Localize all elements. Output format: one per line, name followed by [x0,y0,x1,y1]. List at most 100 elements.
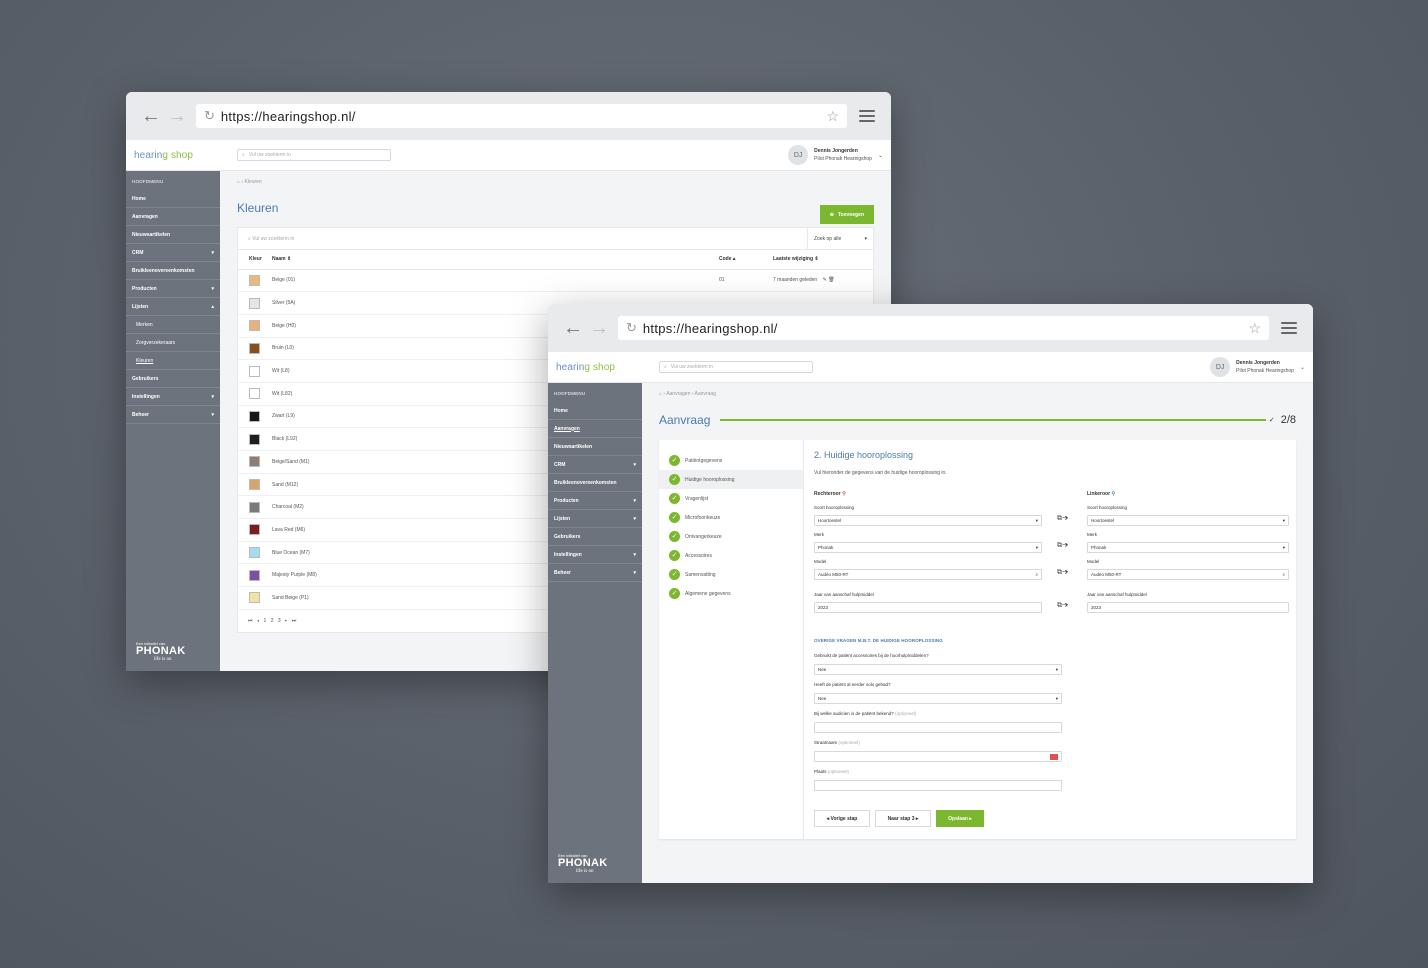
address-bar[interactable]: ↻ https://hearingshop.nl/ ☆ [618,316,1269,340]
model-search-right[interactable]: Audéo M50-RT ⌕ [814,569,1042,580]
sidebar-item-gebruikers[interactable]: Gebruikers [548,528,642,546]
back-arrow-icon[interactable]: ← [560,318,586,338]
street-input[interactable] [814,751,1062,762]
trash-icon[interactable]: 🗑 [828,277,834,283]
type-select-right[interactable]: Hoortoestel ▾ [814,515,1042,526]
add-button[interactable]: ⊕ Toevoegen [819,205,874,224]
col-header-modified[interactable]: Laatste wijziging ⇕ [773,250,873,270]
edit-pencil-icon[interactable]: ✎ [823,277,827,283]
wizard-step[interactable]: ✓ Patiëntgegevens [659,451,803,470]
hearingshop-logo[interactable]: hearing shop [556,362,659,373]
brand-select-left[interactable]: Phonak ▾ [1087,542,1289,553]
sidebar-item-home[interactable]: Home [126,190,220,208]
breadcrumb[interactable]: ⌂ › Aanvragen › Aanvraag [659,391,1296,397]
col-header-name[interactable]: Naam ⇕ [272,250,719,270]
col-header-color[interactable]: Kleur [238,250,272,270]
year-input-left[interactable]: 2023 [1087,602,1289,613]
copy-to-left-icon[interactable]: ⧉➔ [1057,569,1068,577]
url-text[interactable]: https://hearingshop.nl/ [643,321,1249,336]
sidebar-item-label: Aanvragen [554,425,580,432]
copy-to-left-icon[interactable]: ⧉➔ [1057,542,1068,550]
sidebar-item-lijsten[interactable]: Lijsten ▾ [548,510,642,528]
sidebar-item-beheer[interactable]: Beheer ▾ [126,406,220,424]
global-search-input[interactable]: ⌕ Vul uw zoekterm in [659,361,813,373]
sidebar-item-merken[interactable]: Merken [126,316,220,334]
table-search-input[interactable]: ⌕ Vul uw zoekterm in [238,236,807,242]
phonak-logo: PHONAK [558,857,608,869]
previous-step-button[interactable]: ◂ Vorige stap [814,810,870,827]
bookmark-star-icon[interactable]: ☆ [1248,320,1261,337]
sidebar-item-label: Bruikleenovereenkomsten [554,479,617,486]
forward-arrow-icon[interactable]: → [586,318,612,338]
reload-icon[interactable]: ↻ [626,320,637,336]
wizard-step[interactable]: ✓ Huidige hooroplossing [659,470,803,489]
url-text[interactable]: https://hearingshop.nl/ [221,109,827,124]
wizard-progress: Aanvraag ✓ 2/8 [659,413,1296,427]
sidebar-item-producten[interactable]: Producten ▾ [548,492,642,510]
back-arrow-icon[interactable]: ← [138,106,164,126]
copy-to-left-icon[interactable]: ⧉➔ [1057,515,1068,523]
sidebar-item-bruikleenovereenkomsten[interactable]: Bruikleenovereenkomsten [548,474,642,492]
sidebar-item-nieuwsartikelen[interactable]: Nieuwsartikelen [126,226,220,244]
year-input-right[interactable]: 2023 [814,602,1042,613]
table-row[interactable]: Beige (01) 01 7 maanden geleden ✎ 🗑 [238,269,873,293]
search-filter-select[interactable]: Zoek op alle ▾ [807,228,873,249]
sidebar-item-home[interactable]: Home [548,402,642,420]
sidebar-item-crm[interactable]: CRM ▾ [126,244,220,262]
next-step-button[interactable]: Naar stap 3 ▸ [875,810,931,827]
sidebar-item-beheer[interactable]: Beheer ▾ [548,564,642,582]
sidebar-item-label: Bruikleenovereenkomsten [132,267,195,274]
sidebar-item-label: CRM [132,249,144,256]
wizard-step[interactable]: ✓ Accessoires [659,546,803,565]
col-header-code[interactable]: Code ▴ [719,250,773,270]
hamburger-menu-icon[interactable] [859,110,875,122]
sidebar-item-aanvragen[interactable]: Aanvragen [548,420,642,438]
copy-to-left-icon[interactable]: ⧉➔ [1057,602,1068,610]
model-label-left: Model [1087,559,1100,564]
sidebar-item-kleuren[interactable]: Kleuren [126,352,220,370]
sidebar-item-crm[interactable]: CRM ▾ [548,456,642,474]
global-search-input[interactable]: ⌕ Vul uw zoekterm in [237,149,391,161]
brand-select-right[interactable]: Phonak ▾ [814,542,1042,553]
sidebar-item-label: Beheer [554,569,571,576]
address-bar[interactable]: ↻ https://hearingshop.nl/ ☆ [196,104,847,128]
phonak-footer: Een initiatief van PHONAK life is on [136,641,186,662]
wizard-step[interactable]: ✓ Ontvangerkeuze [659,527,803,546]
sidebar-item-instellingen[interactable]: Instellingen ▾ [548,546,642,564]
sidebar-item-producten[interactable]: Producten ▾ [126,280,220,298]
reload-icon[interactable]: ↻ [204,108,215,124]
sidebar-item-bruikleenovereenkomsten[interactable]: Bruikleenovereenkomsten [126,262,220,280]
sidebar-item-lijsten[interactable]: Lijsten ▴ [126,298,220,316]
city-input[interactable] [814,780,1062,791]
bookmark-star-icon[interactable]: ☆ [826,108,839,125]
breadcrumb[interactable]: ⌂ › Kleuren [237,179,874,185]
wizard-step[interactable]: ✓ Microfoonkeuze [659,508,803,527]
type-select-left[interactable]: Hoortoestel ▾ [1087,515,1289,526]
sidebar-item-gebruikers[interactable]: Gebruikers [126,370,220,388]
wizard-step[interactable]: ✓ Vragenlijst [659,489,803,508]
user-menu[interactable]: DJ Dennis Jongerden Pilot Phonak Hearing… [1210,357,1305,377]
wizard-step[interactable]: ✓ Algemene gegevens [659,584,803,603]
audicien-input[interactable] [814,722,1062,733]
accessories-select[interactable]: Nee ▾ [814,664,1062,675]
color-swatch [249,274,260,286]
hamburger-menu-icon[interactable] [1281,322,1297,334]
wizard-step[interactable]: ✓ Samenvatting [659,565,803,584]
user-menu[interactable]: DJ Dennis Jongerden Pilot Phonak Hearing… [788,145,883,165]
solo-select[interactable]: Nee ▾ [814,693,1062,704]
phonak-footer: Een initiatief van PHONAK life is on [558,853,608,874]
hearingshop-logo[interactable]: hearing shop [134,150,237,161]
forward-arrow-icon[interactable]: → [164,106,190,126]
sidebar-item-label: Lijsten [132,303,149,310]
sidebar-item-nieuwsartikelen[interactable]: Nieuwsartikelen [548,438,642,456]
color-swatch [249,365,260,377]
save-button[interactable]: Opslaan ▸ [936,810,984,827]
model-search-left[interactable]: Audéo M50-RT ⌕ [1087,569,1289,580]
sidebar-item-zorgverzekeraars[interactable]: Zorgverzekeraars [126,334,220,352]
sidebar-item-instellingen[interactable]: Instellingen ▾ [126,388,220,406]
ear-blue-icon: ⚲ [1111,491,1116,497]
chevron-icon: ▾ [211,411,214,418]
check-circle-icon: ✓ [669,588,680,599]
sidebar-item-label: Home [132,195,146,202]
sidebar-item-aanvragen[interactable]: Aanvragen [126,208,220,226]
